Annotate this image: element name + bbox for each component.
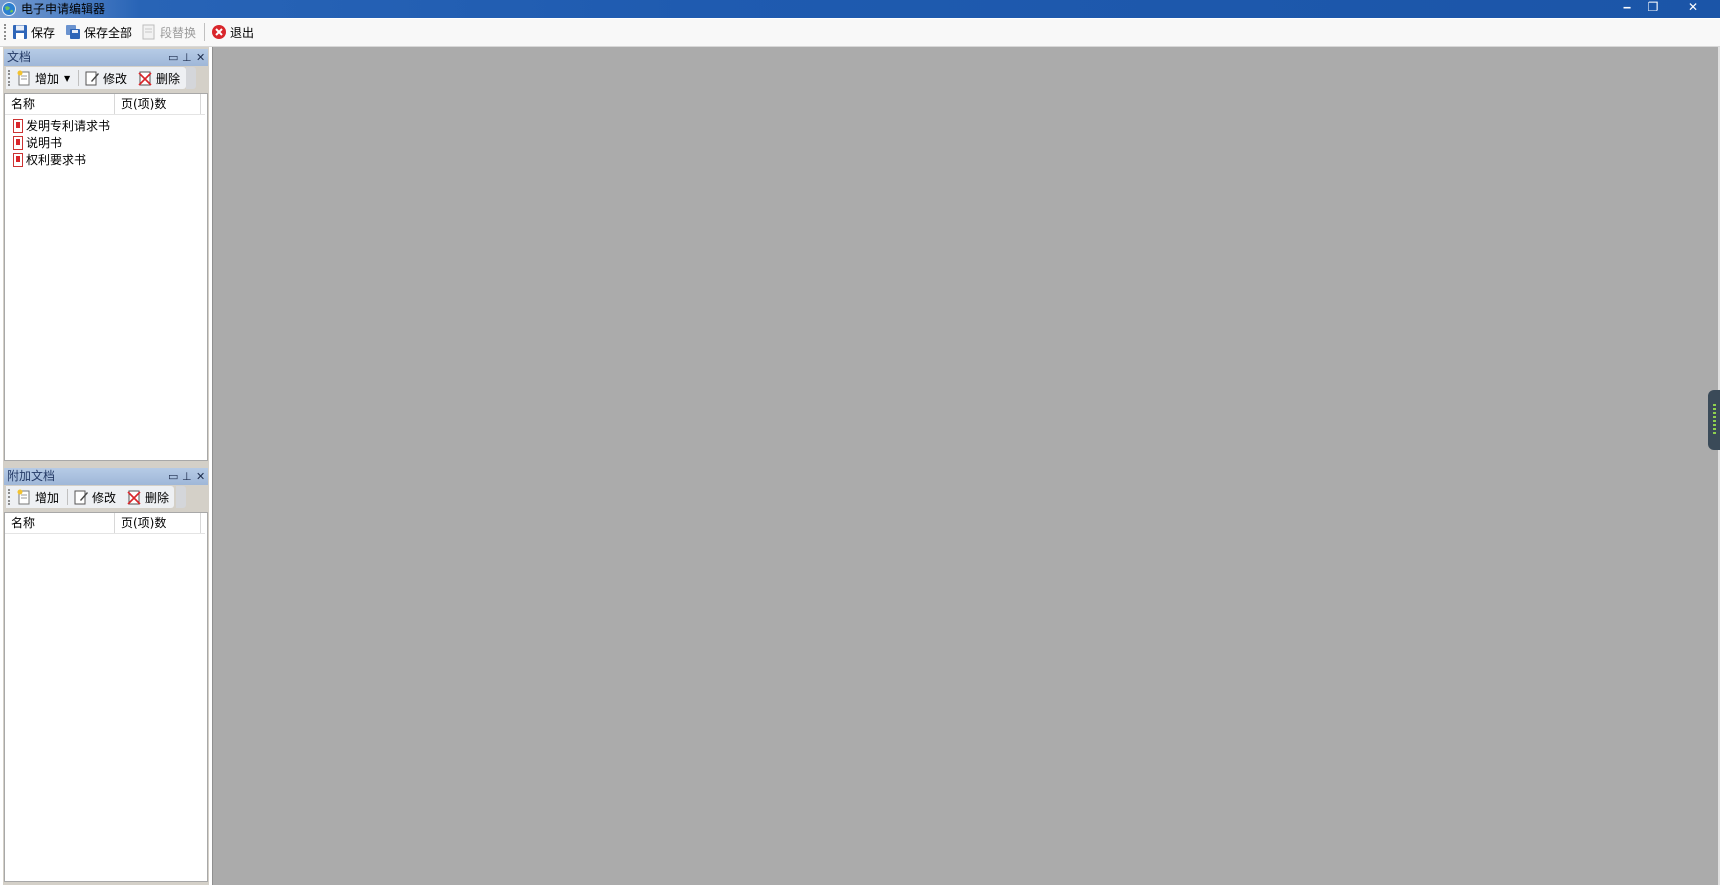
exit-button[interactable]: 退出 xyxy=(211,22,254,42)
toolbar-grip[interactable] xyxy=(8,70,12,86)
pin-icon[interactable]: ⊥ xyxy=(182,468,192,485)
window-title: 电子申请编辑器 xyxy=(21,2,106,16)
toolbar-separator xyxy=(78,70,79,86)
delete-document-icon xyxy=(127,490,141,505)
column-header-name[interactable]: 名称 xyxy=(5,513,115,533)
close-window-button[interactable]: ✕ xyxy=(1680,0,1706,16)
new-document-icon xyxy=(17,70,30,86)
pdf-document-icon xyxy=(13,152,23,167)
documents-list: 名称 页(项)数 发明专利请求书 说明书 权利要求书 xyxy=(4,93,208,461)
floppy-disk-icon xyxy=(13,25,27,39)
panel-maximize-icon[interactable]: ▭ xyxy=(168,468,178,485)
pdf-document-icon xyxy=(13,118,23,133)
replace-paragraph-button[interactable]: 段替换 xyxy=(141,22,196,42)
chevron-down-icon[interactable]: ▼ xyxy=(64,74,70,83)
multi-floppy-icon xyxy=(66,25,80,39)
list-item[interactable]: 说明书 xyxy=(13,134,62,151)
grip-bars-icon xyxy=(1713,404,1716,434)
panel-close-icon[interactable]: ✕ xyxy=(196,468,205,485)
replace-document-icon xyxy=(142,24,155,40)
panel-maximize-icon[interactable]: ▭ xyxy=(168,49,178,66)
delete-document-button[interactable]: 删除 xyxy=(137,68,180,88)
toolbar-grip[interactable] xyxy=(8,489,12,505)
toolbar-separator xyxy=(67,489,68,505)
attached-panel-header: 附加文档 ▭ ⊥ ✕ xyxy=(4,468,208,485)
save-button[interactable]: 保存 xyxy=(12,22,55,42)
edit-document-button[interactable]: 修改 xyxy=(84,68,127,88)
pin-icon[interactable]: ⊥ xyxy=(182,49,192,66)
column-header-name[interactable]: 名称 xyxy=(5,94,115,114)
attached-panel-title: 附加文档 xyxy=(7,469,56,483)
delete-document-icon xyxy=(138,71,152,86)
attached-list: 名称 页(项)数 xyxy=(4,512,208,882)
panel-close-icon[interactable]: ✕ xyxy=(196,49,205,66)
side-panel-handle[interactable] xyxy=(1708,390,1720,450)
delete-attached-button[interactable]: 删除 xyxy=(126,487,169,507)
toolbar-grip[interactable] xyxy=(4,24,8,40)
new-document-icon xyxy=(17,489,30,505)
globe-icon xyxy=(2,2,16,16)
edit-document-icon xyxy=(74,490,88,505)
title-bar: 电子申请编辑器 ‒ ❐ ✕ xyxy=(0,0,1720,18)
minimize-button[interactable]: ‒ xyxy=(1614,0,1640,16)
editor-workspace[interactable] xyxy=(212,47,1720,885)
toolbar-separator xyxy=(204,23,205,41)
list-item[interactable]: 发明专利请求书 xyxy=(13,117,110,134)
column-header-pages[interactable]: 页(项)数 xyxy=(115,94,201,114)
edit-document-icon xyxy=(85,71,99,86)
toolbar-overflow-button[interactable] xyxy=(176,486,186,508)
pdf-document-icon xyxy=(13,135,23,150)
list-item[interactable]: 权利要求书 xyxy=(13,151,86,168)
column-header-pages[interactable]: 页(项)数 xyxy=(115,513,201,533)
save-all-button[interactable]: 保存全部 xyxy=(65,22,132,42)
attached-toolbar: 增加 修改 删除 xyxy=(6,486,174,508)
add-attached-button[interactable]: 增加 xyxy=(16,487,59,507)
documents-panel-title: 文档 xyxy=(7,50,32,64)
toolbar-overflow-button[interactable] xyxy=(186,67,196,89)
documents-panel-header: 文档 ▭ ⊥ ✕ xyxy=(4,49,208,66)
edit-attached-button[interactable]: 修改 xyxy=(73,487,116,507)
red-close-circle-icon xyxy=(212,25,226,39)
documents-toolbar: 增加 ▼ 修改 删除 xyxy=(6,67,186,89)
main-toolbar: 保存 保存全部 段替换 退出 xyxy=(0,19,1720,47)
restore-button[interactable]: ❐ xyxy=(1640,0,1666,16)
add-document-button[interactable]: 增加 ▼ xyxy=(16,68,70,88)
